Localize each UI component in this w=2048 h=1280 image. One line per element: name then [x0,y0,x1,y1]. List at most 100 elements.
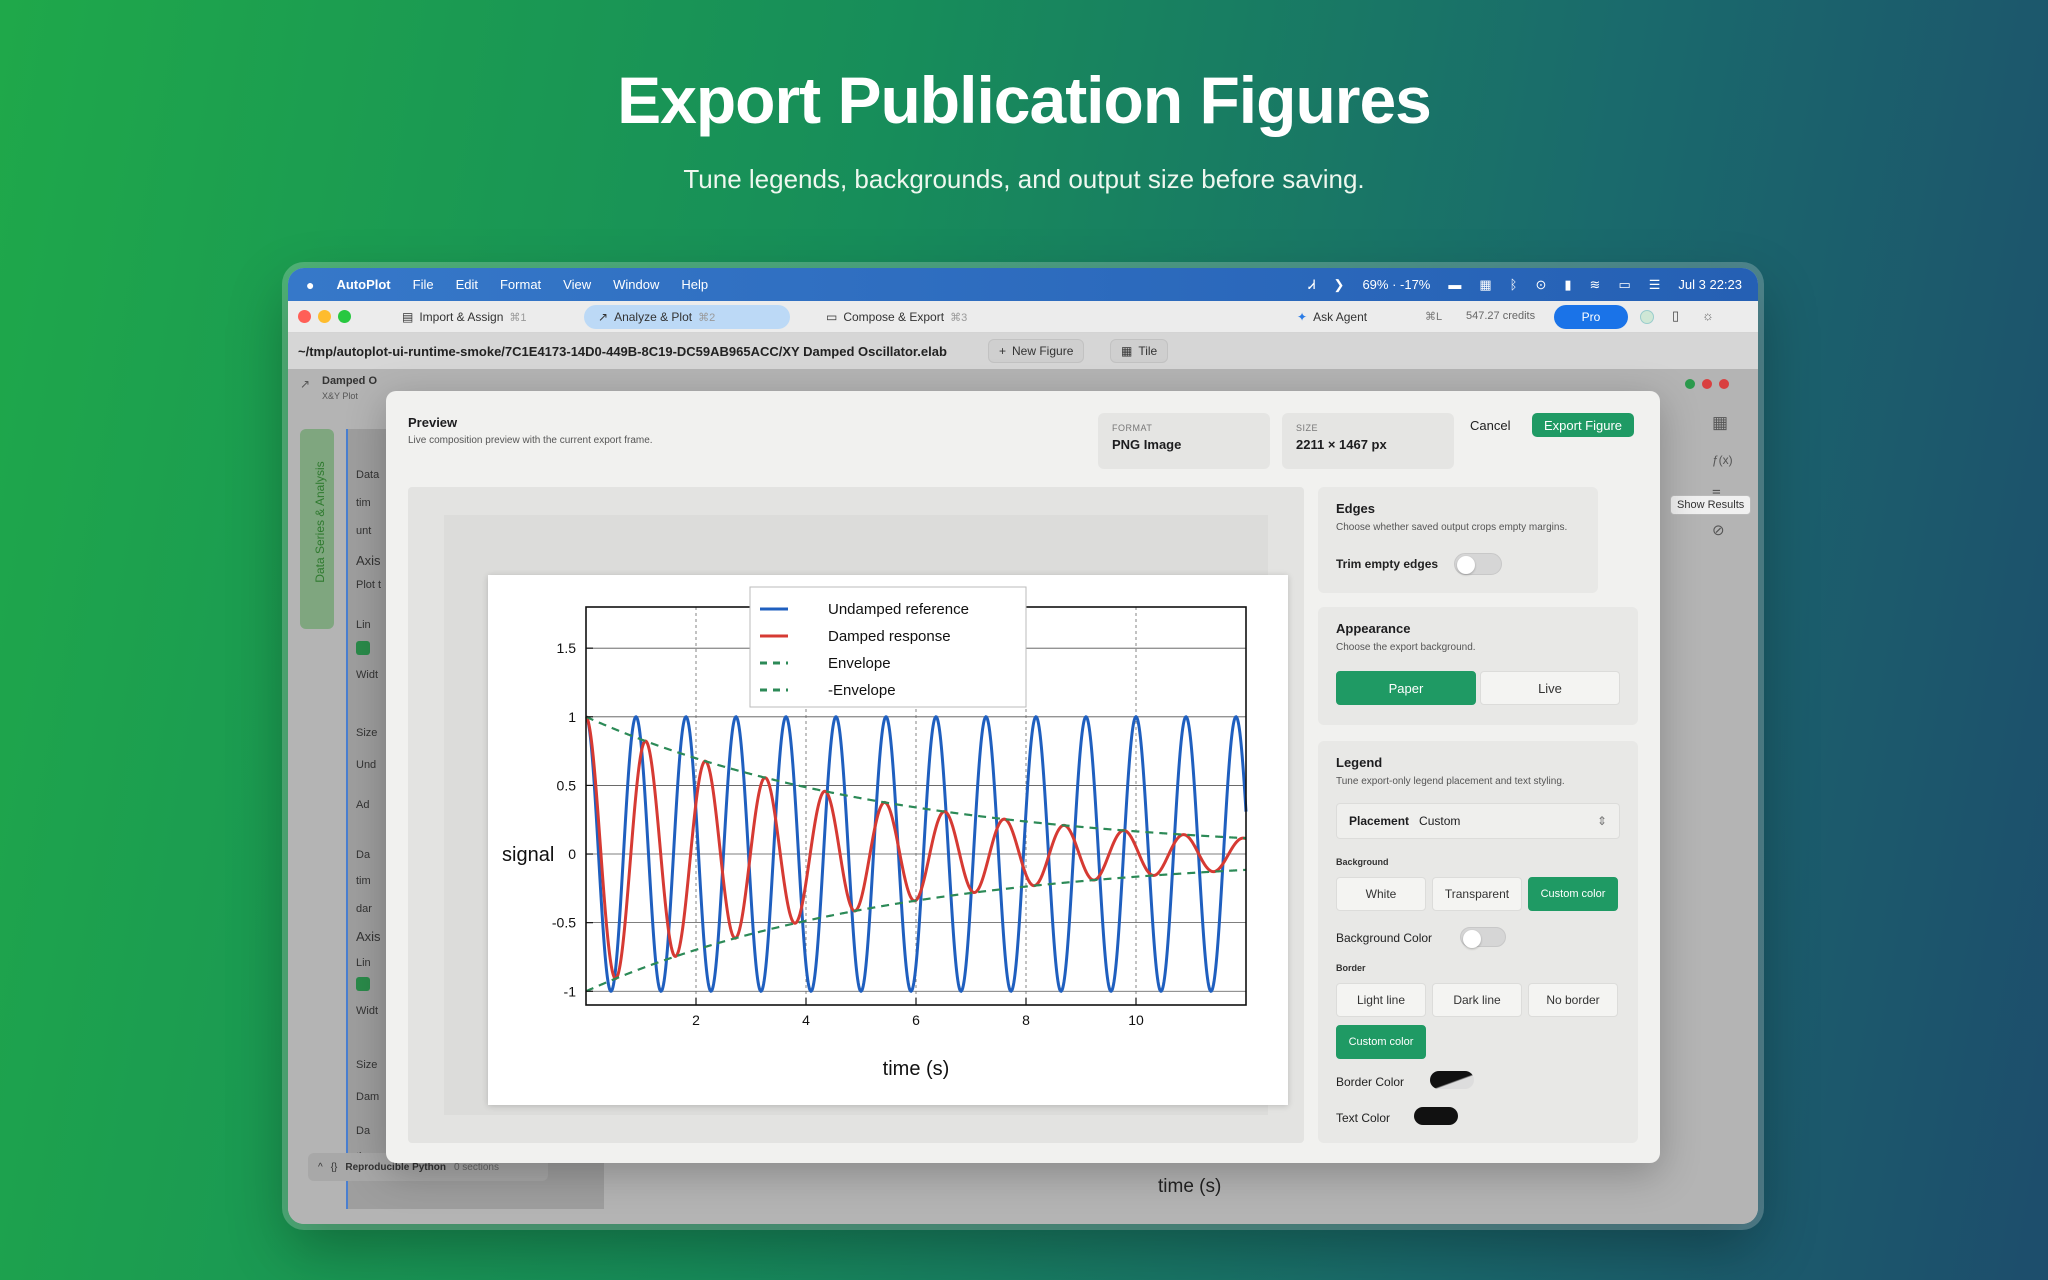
profile-icon[interactable] [1640,310,1654,324]
preview-area: -1 -0.5 0 0.5 1 1.5 2 4 6 8 10 time (s) signal Undamp… [408,487,1304,1143]
y-tick-label: 0 [568,846,576,862]
sidebar-row: Plot t [356,579,382,591]
sidebar-row: unt [356,525,372,537]
layout-icon: ▭ [826,310,838,324]
bg-white-option[interactable]: White [1336,877,1426,911]
table-icon[interactable]: ▦ [1712,413,1728,433]
bluetooth-icon[interactable]: ᛒ [1510,277,1518,292]
legend-background-label: Background [1336,857,1389,867]
function-icon[interactable]: ƒ(x) [1712,453,1733,467]
new-figure-label: New Figure [1012,344,1074,358]
border-color-swatch[interactable] [1430,1071,1474,1089]
chart-icon: ↗ [598,310,609,324]
apple-icon[interactable]: ● [306,277,314,293]
close-window-button[interactable] [298,310,311,323]
battery-icon[interactable]: ▭ [1618,277,1630,293]
appearance-desc: Choose the export background. [1336,642,1476,653]
border-none-option[interactable]: No border [1528,983,1618,1017]
compass-icon[interactable]: ⊘ [1712,521,1725,539]
background-color-swatch[interactable] [1460,927,1506,948]
menu-help[interactable]: Help [681,277,708,292]
display-icon[interactable]: ▬ [1448,277,1461,292]
side-tab-data-series[interactable]: Data Series & Analysis [300,429,334,629]
tab-import-assign[interactable]: ▤ Import & Assign ⌘1 [388,305,541,329]
control-center-icon[interactable]: ☰ [1649,277,1661,293]
doc-title[interactable]: Damped O [322,375,377,387]
new-figure-button[interactable]: + New Figure [988,339,1085,363]
tab-analyze-plot[interactable]: ↗ Analyze & Plot ⌘2 [584,305,790,329]
menubar: ● AutoPlot File Edit Format View Window … [288,268,1758,301]
export-figure-button[interactable]: Export Figure [1532,413,1635,437]
menu-view[interactable]: View [563,277,591,292]
format-box[interactable]: FORMAT PNG Image [1098,413,1270,469]
clock[interactable]: Jul 3 22:23 [1678,277,1742,292]
y-tick-label: -0.5 [552,915,576,931]
sidebar-row: Widt [356,669,378,681]
minimize-window-button[interactable] [318,310,331,323]
tab-shortcut: ⌘2 [698,311,716,324]
menu-window[interactable]: Window [613,277,659,292]
menu-app[interactable]: AutoPlot [336,277,390,292]
preview-subtitle: Live composition preview with the curren… [408,435,653,446]
titlebar: ▤ Import & Assign ⌘1 ↗ Analyze & Plot ⌘2… [288,301,1758,333]
y-tick-label: 0.5 [557,777,577,793]
wifi-icon[interactable]: ≋ [1590,277,1601,293]
memory-icon[interactable]: ▦ [1479,277,1491,293]
placement-select[interactable]: Placement Custom ⇕ [1336,803,1620,839]
x-tick-label: 8 [1022,1012,1030,1028]
tab-compose-export[interactable]: ▭ Compose & Export ⌘3 [812,305,981,329]
edges-card: Edges Choose whether saved output crops … [1318,487,1598,593]
side-tab-label: Data Series & Analysis [313,461,327,583]
grid-icon: ▦ [1121,344,1133,358]
play-icon[interactable]: ⊙ [1535,277,1546,293]
figure-paper: -1 -0.5 0 0.5 1 1.5 2 4 6 8 10 time (s) signal Undamp… [488,575,1288,1105]
chevron-icon[interactable]: ❯ [1334,277,1345,293]
menu-edit[interactable]: Edit [456,277,478,292]
border-dark-option[interactable]: Dark line [1432,983,1522,1017]
border-custom-color-option[interactable]: Custom color [1336,1025,1426,1059]
green-status-dot[interactable] [1685,379,1695,389]
appearance-paper-option[interactable]: Paper [1336,671,1476,705]
storage-icon[interactable]: ▮ [1564,277,1571,293]
sidebar-row: dar [356,903,372,915]
legend-border-label: Border [1336,963,1366,973]
x-tick-label: 2 [692,1012,700,1028]
settings-sun-icon[interactable]: ☼ [1702,308,1714,323]
sidebar-row: tim [356,875,371,887]
trim-edges-toggle[interactable] [1454,553,1502,575]
red-status-dot[interactable] [1702,379,1712,389]
format-value: PNG Image [1112,437,1182,452]
menu-format[interactable]: Format [500,277,541,292]
ask-agent-button[interactable]: ✦ Ask Agent [1283,305,1381,329]
menu-file[interactable]: File [413,277,434,292]
cancel-button[interactable]: Cancel [1462,413,1518,437]
book-icon[interactable]: ▯ [1672,308,1679,324]
bg-custom-color-option[interactable]: Custom color [1528,877,1618,911]
hero-title: Export Publication Figures [617,63,1432,137]
edges-desc: Choose whether saved output crops empty … [1336,522,1568,533]
placement-label: Placement [1349,814,1410,828]
battery-status[interactable]: 69% · -17% [1362,277,1430,292]
tile-button[interactable]: ▦ Tile [1110,339,1169,363]
edges-title: Edges [1336,501,1376,516]
checkbox-icon[interactable] [356,977,370,991]
bg-transparent-option[interactable]: Transparent [1432,877,1522,911]
text-tool-icon[interactable]: Ꮧ [1309,277,1316,293]
appearance-live-option[interactable]: Live [1480,671,1620,705]
size-box[interactable]: SIZE 2211 × 1467 px [1282,413,1454,469]
sidebar-row: Axis [356,553,381,568]
python-sections: 0 sections [453,1161,499,1173]
sidebar-row: Da [356,1125,371,1137]
sidebar-row: Lin [356,619,371,631]
credits-label: 547.27 credits [1466,310,1536,322]
text-color-swatch[interactable] [1414,1107,1458,1125]
zoom-window-button[interactable] [338,310,351,323]
plan-badge[interactable]: Pro [1554,305,1628,329]
sidebar-row: Ad [356,799,370,811]
border-light-option[interactable]: Light line [1336,983,1426,1017]
red-close-dot[interactable] [1719,379,1729,389]
checkbox-icon[interactable] [356,641,370,655]
placement-value: Custom [1419,814,1461,828]
y-axis-label: signal [502,844,554,866]
chevron-up-icon: ^ [318,1161,323,1173]
